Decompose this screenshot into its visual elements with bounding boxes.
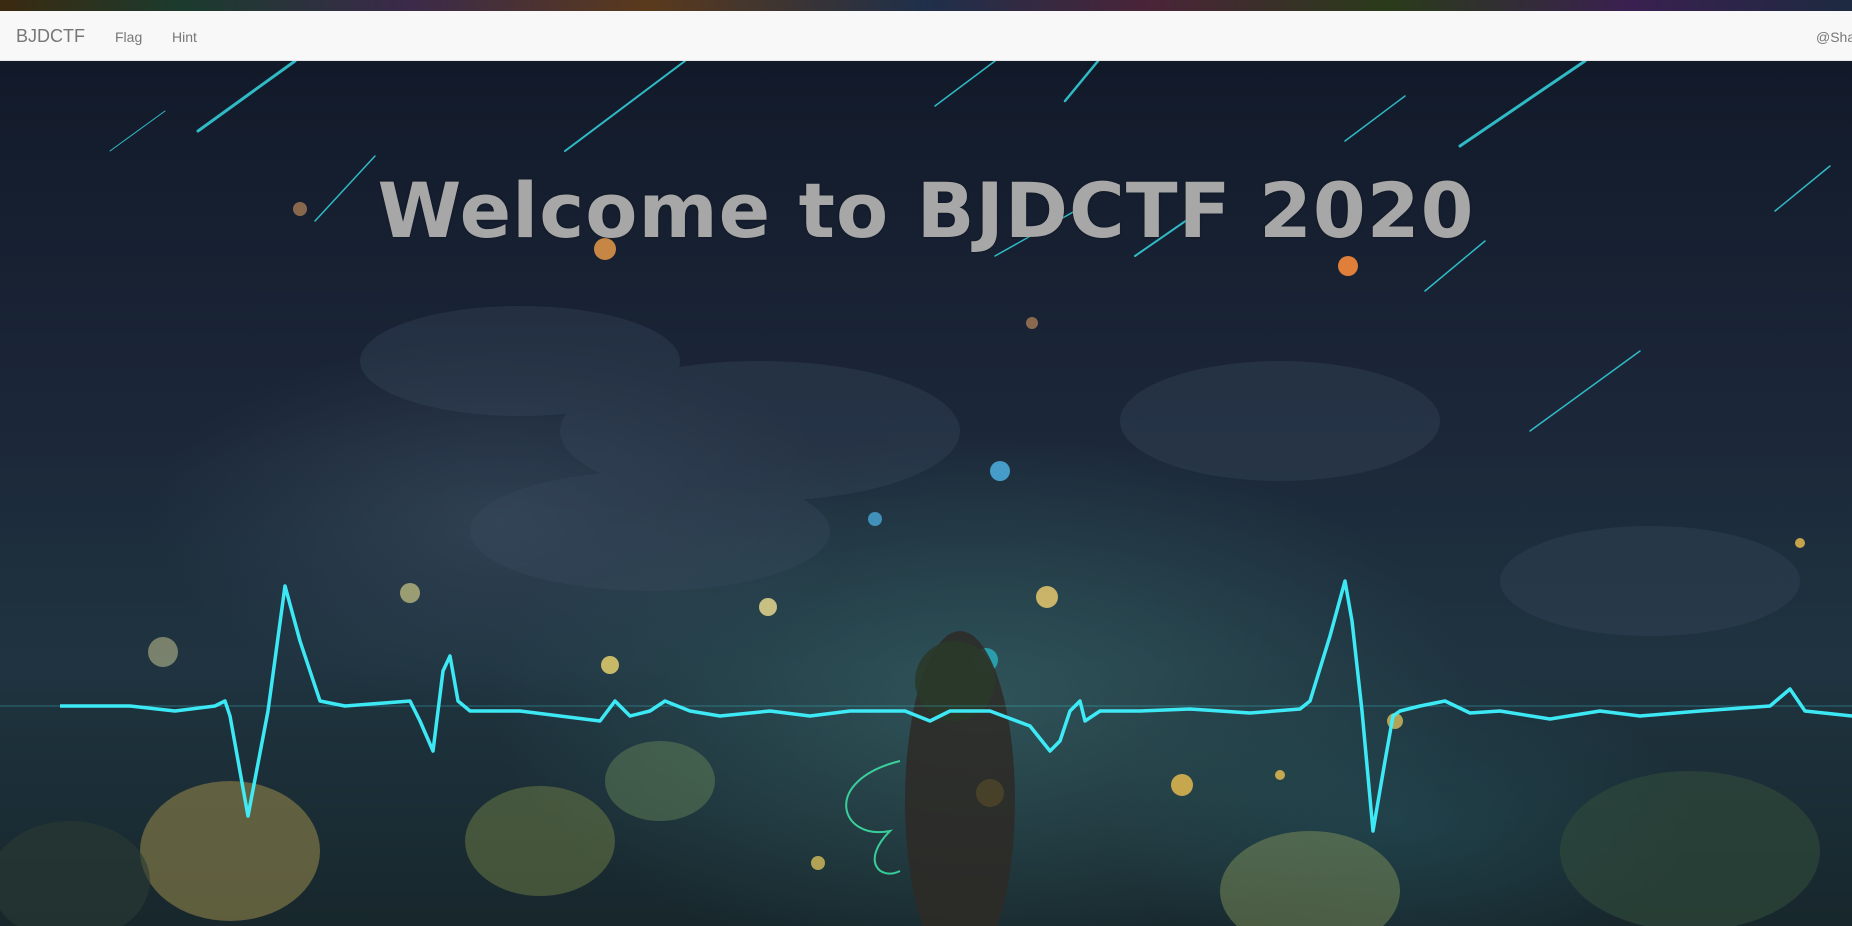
nav-link-flag[interactable]: Flag [115,29,142,45]
nav-link-hint[interactable]: Hint [172,29,197,45]
clouds [360,306,1800,636]
hero-section: Welcome to BJDCTF 2020 [0,61,1852,926]
nav-user-link[interactable]: @Sha [1816,29,1852,45]
navbar: BJDCTF Flag Hint @Sha [0,11,1852,61]
brand-link[interactable]: BJDCTF [16,26,85,47]
hero-title: Welcome to BJDCTF 2020 [377,166,1475,255]
central-figure [845,631,1015,926]
browser-top-strip [0,0,1852,11]
